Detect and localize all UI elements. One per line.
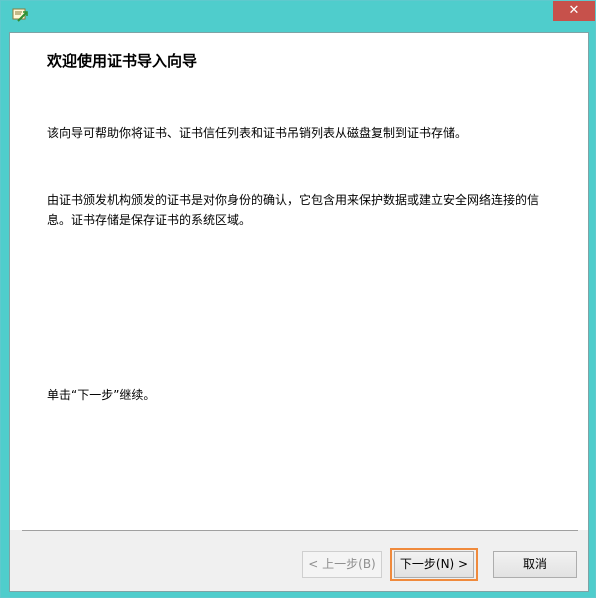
separator [22,530,578,531]
wizard-body: 欢迎使用证书导入向导 该向导可帮助你将证书、证书信任列表和证书吊销列表从磁盘复制… [9,32,589,592]
wizard-content: 欢迎使用证书导入向导 该向导可帮助你将证书、证书信任列表和证书吊销列表从磁盘复制… [10,33,588,530]
page-title: 欢迎使用证书导入向导 [47,52,198,70]
wizard-window: ✕ 欢迎使用证书导入向导 该向导可帮助你将证书、证书信任列表和证书吊销列表从磁盘… [0,0,596,598]
close-icon: ✕ [568,3,580,18]
cancel-button[interactable]: 取消 [493,551,577,578]
intro-text: 该向导可帮助你将证书、证书信任列表和证书吊销列表从磁盘复制到证书存储。 [47,126,468,140]
continue-hint: 单击“下一步”继续。 [47,388,156,402]
certificate-icon [12,7,28,23]
description-text: 由证书颁发机构颁发的证书是对你身份的确认，它包含用来保护数据或建立安全网络连接的… [47,193,540,227]
back-button[interactable]: < 上一步(B) [302,551,382,578]
title-bar[interactable]: ✕ [1,1,595,33]
close-button[interactable]: ✕ [553,1,595,21]
next-button[interactable]: 下一步(N) > [394,551,474,578]
